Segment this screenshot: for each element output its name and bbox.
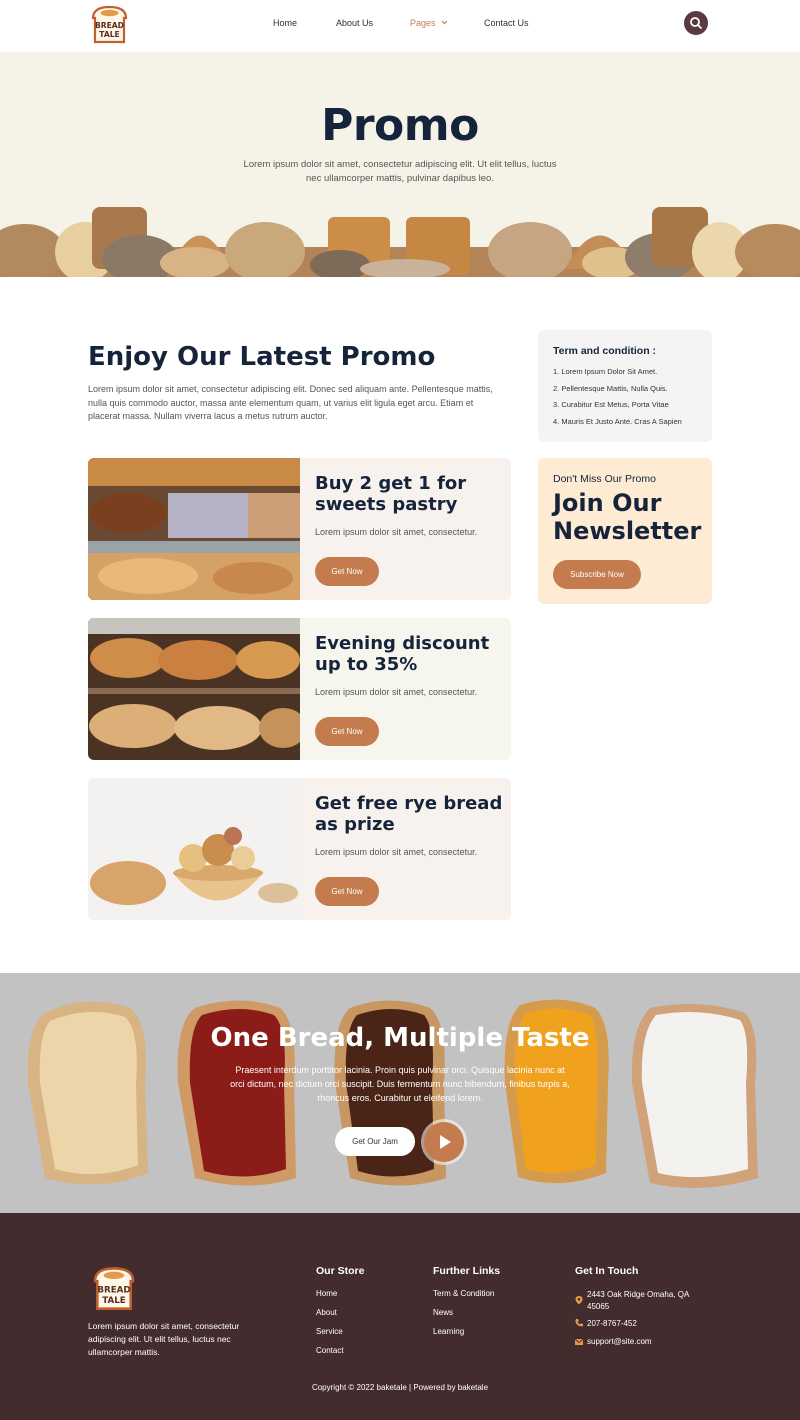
card-title: Get free rye bread as prize <box>315 793 503 835</box>
play-icon <box>440 1135 451 1149</box>
newsletter-box: Don't Miss Our Promo Join Our Newsletter… <box>538 458 712 604</box>
nav-about-us[interactable]: About Us <box>336 18 373 28</box>
promo-card: Get free rye bread as prize Lorem ipsum … <box>88 778 511 920</box>
get-our-jam-button[interactable]: Get Our Jam <box>335 1127 415 1156</box>
card-text: Lorem ipsum dolor sit amet, consectetur. <box>315 527 478 537</box>
footer-link-about[interactable]: About <box>316 1308 337 1317</box>
search-button[interactable] <box>684 11 708 35</box>
footer-link-service[interactable]: Service <box>316 1327 343 1336</box>
play-video-button[interactable] <box>424 1122 464 1162</box>
card-title: Buy 2 get 1 for sweets pastry <box>315 473 467 515</box>
footer-link-terms[interactable]: Term & Condition <box>433 1289 494 1298</box>
main-nav: Home About Us Pages Contact Us <box>0 0 800 48</box>
terms-box: Term and condition : 1. Lorem Ipsum Dolo… <box>538 330 712 442</box>
hero-subtitle: Lorem ipsum dolor sit amet, consectetur … <box>243 159 557 184</box>
svg-text:TALE: TALE <box>102 1296 126 1306</box>
section-title: Enjoy Our Latest Promo <box>88 342 436 372</box>
phone-icon <box>575 1319 583 1327</box>
promo-card: Buy 2 get 1 for sweets pastry Lorem ipsu… <box>88 458 511 600</box>
page-title: Promo <box>321 100 479 151</box>
footer-link-home[interactable]: Home <box>316 1289 337 1298</box>
get-now-button[interactable]: Get Now <box>315 877 379 906</box>
footer-store-title: Our Store <box>316 1265 365 1277</box>
search-icon <box>690 17 702 29</box>
footer-link-news[interactable]: News <box>433 1308 453 1317</box>
nav-pages[interactable]: Pages <box>410 18 448 28</box>
card-title: Evening discount up to 35% <box>315 633 490 675</box>
bread-basket-image <box>88 778 300 920</box>
terms-item: 4. Mauris Et Justo Ante. Cras A Sapien <box>553 417 682 426</box>
terms-item: 3. Curabitur Est Metus, Porta Vitae <box>553 400 669 409</box>
svg-text:BREAD: BREAD <box>97 1286 130 1296</box>
footer-about: Lorem ipsum dolor sit amet, consectetur … <box>88 1321 240 1357</box>
promo-card: Evening discount up to 35% Lorem ipsum d… <box>88 618 511 760</box>
terms-title: Term and condition : <box>553 345 657 357</box>
newsletter-pretitle: Don't Miss Our Promo <box>553 473 656 485</box>
footer-address: 2443 Oak Ridge Omaha, QA 45065 <box>587 1290 689 1311</box>
section-description: Lorem ipsum dolor sit amet, consectetur … <box>88 384 493 421</box>
terms-item: 2. Pellentesque Mattis, Nulla Quis. <box>553 384 668 393</box>
nav-home[interactable]: Home <box>273 18 297 28</box>
footer-link-learning[interactable]: Learning <box>433 1327 464 1336</box>
nav-pages-label: Pages <box>410 18 436 28</box>
bread-row-image <box>0 207 800 277</box>
nav-contact-us[interactable]: Contact Us <box>484 18 529 28</box>
taste-subtitle: Praesent interdum porttitor lacinia. Pro… <box>230 1065 570 1103</box>
email-icon <box>574 1338 584 1345</box>
footer-touch-title: Get In Touch <box>575 1265 639 1277</box>
taste-banner: One Bread, Multiple Taste Praesent inter… <box>0 973 800 1213</box>
site-header: BREAD TALE Home About Us Pages Contact U… <box>0 0 800 52</box>
footer-phone[interactable]: 207-8767-452 <box>587 1319 637 1328</box>
newsletter-title: Join Our Newsletter <box>553 489 702 545</box>
copyright: Copyright © 2022 baketale | Powered by b… <box>311 1383 489 1392</box>
footer-email[interactable]: support@site.com <box>587 1337 652 1346</box>
pastry-display-image <box>88 458 300 600</box>
footer-logo[interactable]: BREAD TALE <box>88 1265 140 1311</box>
chevron-down-icon <box>441 20 448 25</box>
bread-shelves-image <box>88 618 300 760</box>
card-text: Lorem ipsum dolor sit amet, consectetur. <box>315 847 478 857</box>
hero-banner: Promo Lorem ipsum dolor sit amet, consec… <box>0 52 800 277</box>
get-now-button[interactable]: Get Now <box>315 717 379 746</box>
terms-item: 1. Lorem Ipsum Dolor Sit Amet. <box>553 367 658 376</box>
location-pin-icon <box>575 1296 583 1305</box>
subscribe-button[interactable]: Subscribe Now <box>553 560 641 589</box>
card-text: Lorem ipsum dolor sit amet, consectetur. <box>315 687 478 697</box>
site-footer: BREAD TALE Lorem ipsum dolor sit amet, c… <box>0 1213 800 1420</box>
taste-title: One Bread, Multiple Taste <box>210 1023 590 1053</box>
get-now-button[interactable]: Get Now <box>315 557 379 586</box>
footer-link-contact[interactable]: Contact <box>316 1346 344 1355</box>
footer-further-title: Further Links <box>433 1265 501 1277</box>
